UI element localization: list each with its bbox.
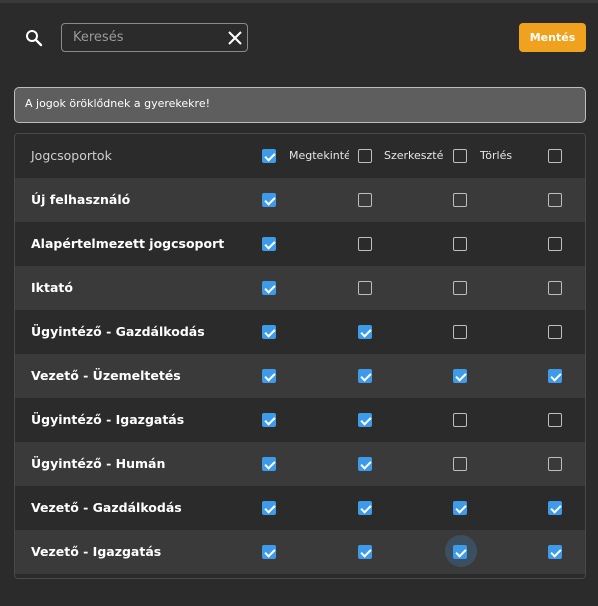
table-row: Alapértelmezett jogcsoport — [15, 222, 585, 266]
column-header-label: Törlés — [480, 149, 513, 162]
permission-checkbox[interactable] — [453, 325, 467, 339]
info-banner: A jogok öröklődnek a gyerekekre! — [14, 87, 586, 123]
permission-checkbox[interactable] — [453, 193, 467, 207]
search-icon[interactable] — [25, 29, 43, 47]
permission-checkbox[interactable] — [548, 369, 562, 383]
permission-checkbox[interactable] — [453, 369, 467, 383]
permission-checkbox[interactable] — [358, 545, 372, 559]
permission-checkbox[interactable] — [262, 413, 276, 427]
permission-checkbox[interactable] — [453, 281, 467, 295]
permission-checkbox[interactable] — [262, 501, 276, 515]
permission-checkbox[interactable] — [358, 501, 372, 515]
group-name: Ügyintéző - Gazdálkodás — [31, 324, 205, 339]
permission-checkbox[interactable] — [262, 193, 276, 207]
permission-checkbox[interactable] — [548, 545, 562, 559]
permissions-table: Jogcsoportok Megtekintés Szerkesztés Törlés… — [14, 133, 586, 579]
permission-checkbox[interactable] — [262, 281, 276, 295]
permission-checkbox[interactable] — [262, 545, 276, 559]
permission-checkbox[interactable] — [262, 369, 276, 383]
table-row: Új felhasználó — [15, 178, 585, 222]
permission-checkbox[interactable] — [262, 457, 276, 471]
permission-checkbox[interactable] — [548, 413, 562, 427]
column-header-groups: Jogcsoportok — [31, 148, 112, 163]
header-checkbox-2[interactable] — [358, 149, 372, 163]
permission-checkbox[interactable] — [548, 193, 562, 207]
table-row: Iktató — [15, 266, 585, 310]
permission-checkbox[interactable] — [548, 281, 562, 295]
table-row: Ügyintéző - Igazgatás — [15, 398, 585, 442]
permission-checkbox[interactable] — [262, 237, 276, 251]
group-name: Új felhasználó — [31, 192, 131, 207]
header-checkbox-1[interactable] — [262, 149, 276, 163]
permission-checkbox[interactable] — [548, 237, 562, 251]
permission-checkbox[interactable] — [262, 325, 276, 339]
table-row: Vezető - Gazdálkodás — [15, 486, 585, 530]
group-name: Vezető - Üzemeltetés — [31, 368, 181, 383]
group-name: Ügyintéző - Igazgatás — [31, 412, 185, 427]
column-header-label: Szerkesztés — [384, 149, 444, 162]
permission-checkbox[interactable] — [358, 193, 372, 207]
permission-checkbox[interactable] — [548, 325, 562, 339]
close-icon[interactable] — [227, 30, 243, 46]
permission-checkbox[interactable] — [453, 413, 467, 427]
search-field[interactable] — [61, 23, 248, 52]
table-row: Vezető - Igazgatás — [15, 530, 585, 574]
group-name: Vezető - Igazgatás — [31, 544, 162, 559]
permission-checkbox[interactable] — [453, 457, 467, 471]
save-button[interactable]: Mentés — [519, 23, 586, 52]
permission-checkbox[interactable] — [548, 457, 562, 471]
permission-checkbox[interactable] — [358, 237, 372, 251]
group-name: Ügyintéző - Humán — [31, 456, 166, 471]
permission-checkbox[interactable] — [358, 369, 372, 383]
group-name: Vezető - Gazdálkodás — [31, 500, 182, 515]
permission-checkbox[interactable] — [453, 237, 467, 251]
permission-checkbox[interactable] — [358, 325, 372, 339]
toolbar: Mentés — [0, 20, 598, 56]
permission-checkbox[interactable] — [358, 281, 372, 295]
permission-checkbox[interactable] — [358, 413, 372, 427]
header-checkbox-3[interactable] — [453, 149, 467, 163]
table-header: Jogcsoportok Megtekintés Szerkesztés Törlés — [15, 134, 585, 178]
table-row: Vezető - Üzemeltetés — [15, 354, 585, 398]
group-name: Iktató — [31, 280, 73, 295]
group-name: Alapértelmezett jogcsoport — [31, 236, 225, 251]
permission-checkbox[interactable] — [453, 501, 467, 515]
table-row: Ügyintéző - Humán — [15, 442, 585, 486]
header-checkbox-4[interactable] — [548, 149, 562, 163]
table-row: Ügyintéző - Gazdálkodás — [15, 310, 585, 354]
search-input[interactable] — [62, 24, 222, 51]
permission-checkbox[interactable] — [453, 545, 467, 559]
permission-checkbox[interactable] — [358, 457, 372, 471]
column-header-label: Megtekintés — [289, 149, 349, 162]
permission-checkbox[interactable] — [548, 501, 562, 515]
top-divider — [0, 0, 598, 3]
